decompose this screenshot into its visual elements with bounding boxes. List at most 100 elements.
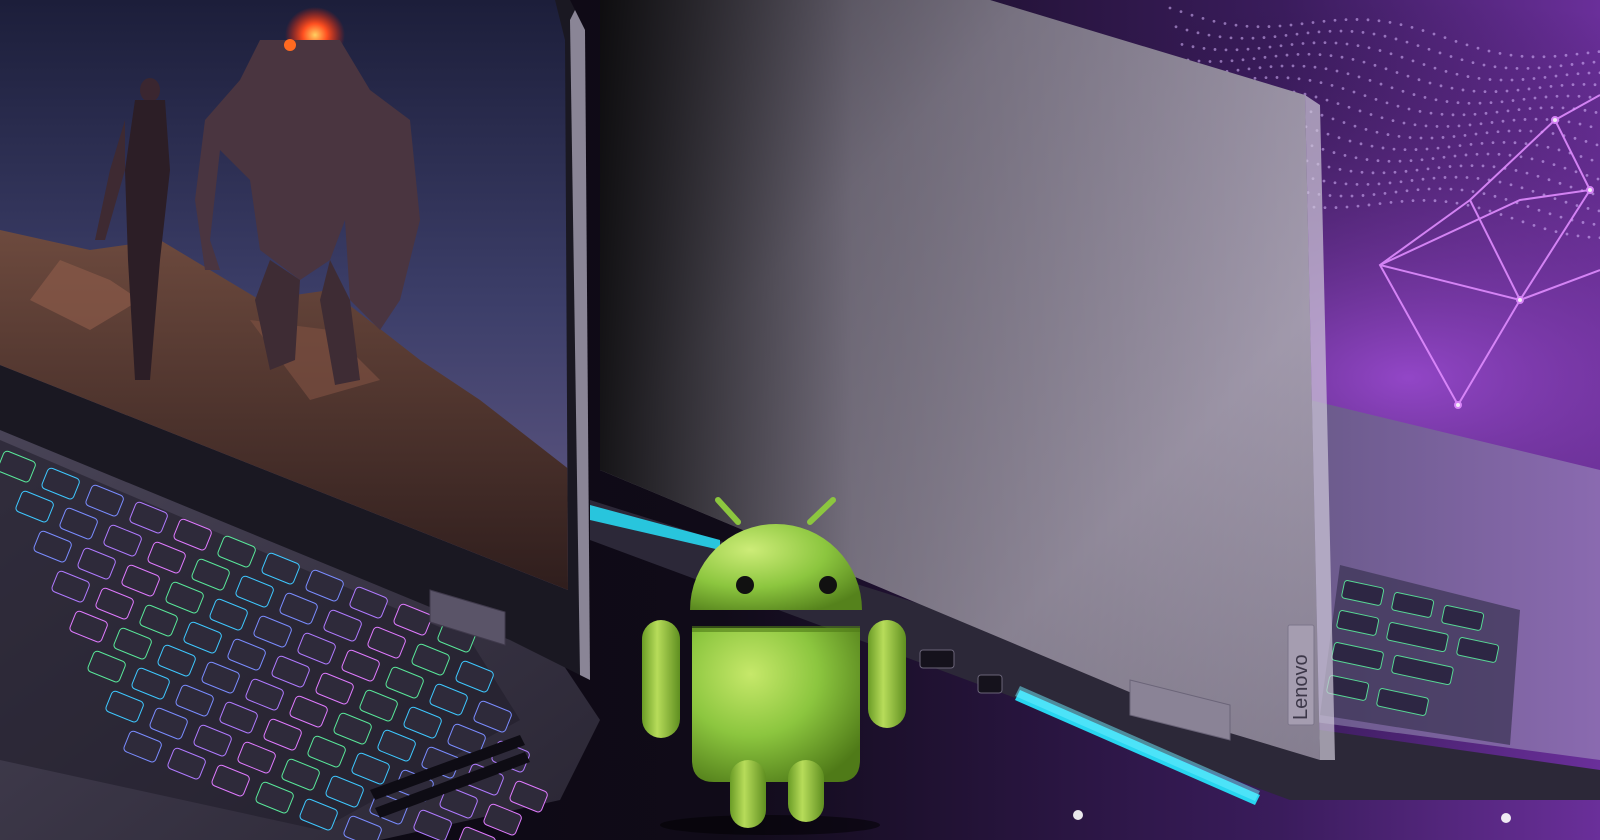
- wave-dot: [1430, 136, 1434, 140]
- wave-dot: [1480, 141, 1484, 145]
- wave-dot: [1500, 100, 1504, 104]
- wave-dot: [1398, 159, 1402, 163]
- wave-dot: [1521, 78, 1525, 81]
- wave-dot: [1510, 78, 1514, 82]
- wave-dot: [1442, 155, 1446, 159]
- wave-dot: [1252, 57, 1256, 61]
- wave-dot: [1512, 118, 1516, 122]
- wave-dot: [1385, 101, 1389, 105]
- wave-dot: [1560, 83, 1564, 87]
- wave-dot: [1373, 63, 1377, 67]
- wave-dot: [1458, 144, 1462, 148]
- wave-dot: [1478, 101, 1482, 105]
- wave-dot: [1339, 194, 1343, 198]
- wave-dot: [1348, 139, 1352, 143]
- wave-dot: [1357, 75, 1361, 79]
- wave-dot: [1388, 181, 1392, 185]
- wave-dot: [1269, 65, 1273, 69]
- wave-dot: [1346, 72, 1350, 76]
- wave-dot: [1592, 222, 1596, 226]
- wave-dot: [1356, 204, 1360, 208]
- wave-dot: [1533, 96, 1537, 100]
- wave-dot: [1359, 142, 1363, 146]
- wave-dot: [1343, 154, 1347, 157]
- wave-dot: [1444, 200, 1448, 204]
- wave-dot: [1207, 33, 1211, 37]
- wave-dot: [1588, 95, 1592, 99]
- wave-dot: [1513, 141, 1517, 145]
- wave-dot: [1415, 168, 1419, 172]
- wave-dot: [1583, 108, 1587, 112]
- wave-dot: [1460, 58, 1464, 62]
- wave-dot: [1531, 55, 1535, 59]
- wave-dot: [1499, 213, 1503, 216]
- wave-dot: [1258, 66, 1262, 70]
- wave-dot: [1388, 21, 1392, 24]
- wave-dot: [1520, 186, 1524, 190]
- wave-dot: [1291, 64, 1295, 68]
- wave-dot: [1374, 97, 1378, 101]
- wave-dot: [1548, 65, 1552, 69]
- wave-dot: [1324, 67, 1328, 71]
- wave-dot: [1433, 199, 1437, 203]
- wave-dot: [1496, 130, 1500, 134]
- wave-dot: [1594, 111, 1598, 114]
- wave-dot: [1421, 29, 1425, 32]
- wave-dot: [1437, 166, 1441, 170]
- wave-dot: [1537, 208, 1541, 212]
- wave-dot: [1383, 34, 1387, 38]
- wave-dot: [1330, 83, 1334, 87]
- wave-dot: [1536, 174, 1540, 178]
- wave-dot: [1552, 163, 1556, 167]
- wave-dot: [1526, 66, 1530, 70]
- wave-dot: [1378, 202, 1382, 206]
- wave-dot: [1301, 42, 1305, 45]
- wave-dot: [1522, 97, 1526, 101]
- wave-dot: [1392, 147, 1396, 151]
- wave-dot: [1379, 82, 1383, 86]
- wave-dot: [1275, 76, 1279, 79]
- wave-dot: [1307, 52, 1311, 56]
- wave-dot: [1393, 170, 1397, 174]
- wave-dot: [1349, 169, 1353, 173]
- wave-dot: [1463, 133, 1467, 137]
- wave-dot: [1342, 121, 1346, 124]
- wave-dot: [1504, 198, 1508, 201]
- wave-dot: [1571, 83, 1575, 87]
- wave-dot: [1208, 60, 1212, 63]
- wave-dot: [1404, 169, 1408, 173]
- wave-dot: [1426, 167, 1430, 171]
- wave-dot: [1482, 63, 1486, 67]
- usb-port: [977, 674, 1003, 694]
- wave-dot: [1344, 18, 1348, 22]
- wave-dot: [1384, 67, 1388, 71]
- wave-dot: [1519, 155, 1523, 159]
- wave-dot: [1418, 109, 1422, 113]
- wave-dot: [1314, 95, 1318, 99]
- wave-dot: [1365, 158, 1369, 161]
- wave-dot: [1565, 232, 1569, 236]
- wave-dot: [1320, 113, 1324, 117]
- wave-dot: [1382, 171, 1386, 175]
- wave-dot: [1471, 61, 1475, 65]
- android-right-leg: [788, 760, 824, 822]
- svg-text:Lenovo: Lenovo: [1290, 654, 1312, 720]
- android-left-arm: [642, 620, 680, 738]
- wave-dot: [1448, 165, 1452, 168]
- wave-dot: [1529, 129, 1533, 133]
- wave-dot: [1527, 87, 1531, 91]
- wave-dot: [1323, 41, 1327, 45]
- wave-dot: [1355, 183, 1359, 186]
- wave-dot: [1366, 182, 1370, 186]
- wave-dot: [1361, 194, 1365, 197]
- wave-dot: [1263, 55, 1267, 59]
- wave-dot: [1432, 32, 1436, 36]
- wave-dot: [1546, 145, 1550, 149]
- wave-dot: [1363, 94, 1367, 98]
- wave-dot: [1444, 69, 1448, 73]
- wave-dot: [1362, 60, 1366, 64]
- wave-dot: [1466, 75, 1470, 78]
- wave-dot: [1569, 185, 1573, 189]
- wave-dot: [1557, 148, 1561, 152]
- hdmi-port: [919, 649, 955, 669]
